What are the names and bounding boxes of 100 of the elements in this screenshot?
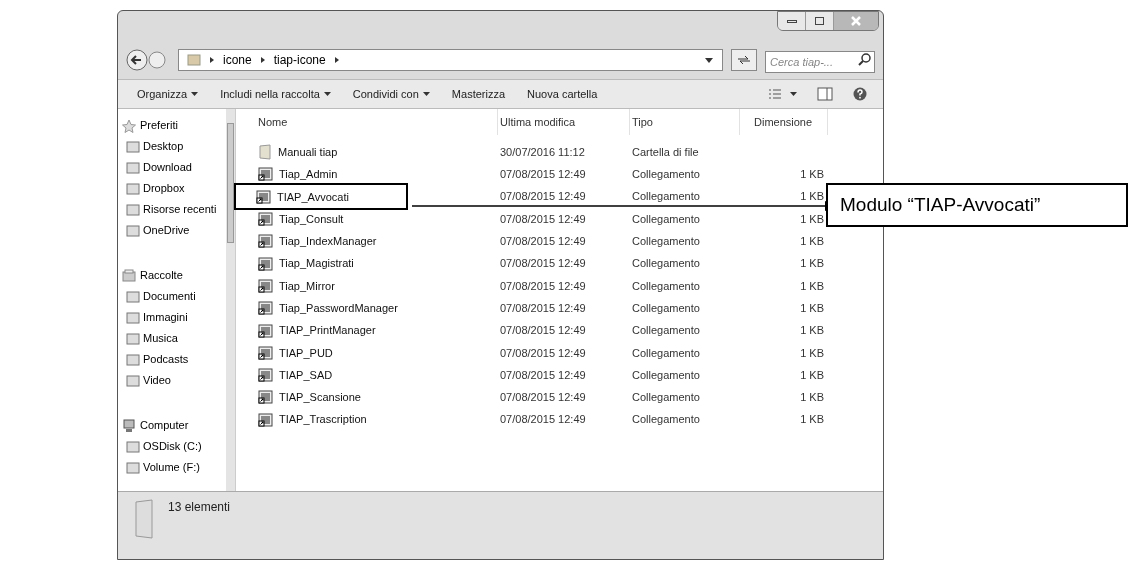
table-cell-text: 1 KB	[800, 367, 824, 383]
table-cell-text: Collegamento	[631, 390, 701, 406]
status-text: 13 elementi	[168, 499, 231, 516]
table-cell-text: 1 KB	[800, 256, 824, 272]
folder-icon	[258, 144, 272, 161]
library-icon	[122, 268, 136, 283]
table-cell-text: 07/08/2015 12:49	[499, 211, 587, 227]
chevron-icon	[259, 56, 266, 64]
shortcut-icon	[258, 367, 273, 384]
column-header[interactable]: Dimensione	[740, 109, 828, 135]
computer-icon	[122, 418, 136, 433]
sidebar-item[interactable]: Immagini	[118, 307, 226, 328]
table-cell-text: 30/07/2016 11:12	[499, 144, 586, 160]
table-cell-text: 1 KB	[800, 234, 824, 250]
folder-icon	[126, 373, 140, 388]
refresh-icon	[737, 55, 751, 65]
shortcut-icon	[258, 411, 273, 428]
folder-icon	[187, 53, 201, 67]
shortcut-icon	[258, 300, 273, 317]
table-cell-text: 1 KB	[800, 323, 824, 339]
toolbar-button[interactable]: Condividi con	[341, 82, 441, 106]
sidebar-item[interactable]: Preferiti	[118, 115, 226, 136]
table-cell-text: Collegamento	[631, 189, 701, 205]
folder-icon	[126, 460, 140, 475]
table-cell-text: Collegamento	[631, 256, 701, 272]
dropdown-icon	[704, 56, 714, 64]
shortcut-icon	[258, 389, 273, 406]
sidebar-item[interactable]: Risorse recenti	[118, 199, 226, 220]
column-header[interactable]: Tipo	[630, 109, 740, 135]
chevron-icon	[209, 56, 215, 64]
table-cell-text: Collegamento	[631, 211, 701, 227]
sidebar-item[interactable]: Raccolte	[118, 265, 226, 286]
sidebar-item[interactable]: Download	[118, 157, 226, 178]
search-field[interactable]: Cerca tiap-...	[765, 51, 875, 73]
table-cell-text: 1 KB	[800, 278, 824, 294]
folder-icon	[126, 289, 140, 304]
file-item[interactable]: TIAP_Avvocati	[234, 183, 408, 211]
table-cell-text: Collegamento	[631, 167, 701, 183]
table-cell-text: 1 KB	[800, 300, 824, 316]
table-cell-text: 07/08/2015 12:49	[499, 345, 587, 361]
table-cell-text: 1 KB	[800, 390, 824, 406]
table-cell-text: 07/08/2015 12:49	[499, 412, 587, 428]
folder-icon	[126, 160, 140, 175]
sidebar-item[interactable]: OSDisk (C:)	[118, 436, 226, 457]
breadcrumb[interactable]: tiap-icone	[273, 51, 326, 69]
toolbar-button[interactable]: Nuova cartella	[516, 82, 609, 106]
sidebar-item[interactable]: Podcasts	[118, 349, 226, 370]
maximize-button[interactable]	[806, 12, 834, 30]
sidebar-item[interactable]: Dropbox	[118, 178, 226, 199]
breadcrumb[interactable]: icone	[223, 51, 252, 69]
table-cell-text: 1 KB	[800, 345, 824, 361]
shortcut-icon	[258, 255, 273, 272]
table-cell-text: Collegamento	[631, 367, 701, 383]
table-cell-text: 07/08/2015 12:49	[499, 256, 587, 272]
sidebar-item[interactable]: Documenti	[118, 286, 226, 307]
chevron-icon	[333, 56, 340, 64]
column-header[interactable]: Nome	[236, 109, 498, 135]
table-cell-text: Collegamento	[631, 234, 701, 250]
sidebar-item[interactable]: Computer	[118, 415, 226, 436]
table-cell-text: 07/08/2015 12:49	[499, 167, 587, 183]
sidebar-item[interactable]: Volume (F:)	[118, 457, 226, 478]
folder-icon	[126, 439, 140, 454]
table-cell-text: 1 KB	[800, 412, 824, 428]
callout-label: Modulo “TIAP-Avvocati”	[826, 183, 1128, 227]
table-cell-text: Collegamento	[631, 412, 701, 428]
toolbar-button[interactable]: Organizza	[126, 82, 210, 106]
shortcut-icon	[258, 233, 273, 250]
sidebar-item[interactable]: Video	[118, 370, 226, 391]
column-header[interactable]: Ultima modifica	[498, 109, 630, 135]
sidebar-item[interactable]: Desktop	[118, 136, 226, 157]
toolbar-button[interactable]: Masterizza	[440, 82, 517, 106]
star-icon	[122, 118, 136, 133]
caret-icon	[790, 92, 797, 96]
table-cell-text: 07/08/2015 12:49	[499, 390, 587, 406]
table-cell-text: Cartella di file	[631, 144, 700, 160]
table-cell-text: 07/08/2015 12:49	[499, 323, 587, 339]
toolbar-button[interactable]: Includi nella raccolta	[209, 82, 342, 106]
folder-icon	[126, 352, 140, 367]
folder-icon	[126, 181, 140, 196]
minimize-button[interactable]	[778, 12, 806, 30]
sidebar-item[interactable]: OneDrive	[118, 220, 226, 241]
table-cell-text: 1 KB	[800, 167, 824, 183]
scrollbar[interactable]	[226, 109, 235, 491]
folder-icon	[126, 223, 140, 238]
table-cell-text: 07/08/2015 12:49	[499, 300, 587, 316]
help-icon	[853, 87, 867, 101]
table-cell-text: Collegamento	[631, 345, 701, 361]
list-view-icon	[768, 88, 782, 100]
table-cell-text: 07/08/2015 12:49	[499, 234, 587, 250]
folder-icon	[126, 331, 140, 346]
table-cell-text: 1 KB	[800, 189, 824, 205]
pane-icon	[817, 87, 833, 101]
sidebar-item[interactable]: Musica	[118, 328, 226, 349]
folder-icon	[126, 202, 140, 217]
shortcut-icon	[258, 166, 273, 183]
table-cell-text: Collegamento	[631, 300, 701, 316]
table-cell-text: 07/08/2015 12:49	[499, 278, 587, 294]
table-cell-text: Collegamento	[631, 278, 701, 294]
table-cell-text: Collegamento	[631, 323, 701, 339]
refresh-button[interactable]	[731, 49, 757, 71]
